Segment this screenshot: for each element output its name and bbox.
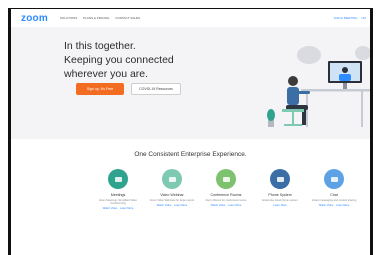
product-links: Watch Video Learn More	[202, 204, 250, 207]
product-card-phone: Phone System Enterprise cloud phone syst…	[256, 169, 304, 207]
hero-title-line: wherever you are.	[64, 68, 149, 80]
covid-resources-button[interactable]: COVID-19 Resources	[131, 83, 181, 95]
product-card-rooms: Conference Rooms Zoom Rooms for conferen…	[202, 169, 250, 207]
speech-bubble-icon	[355, 46, 370, 60]
top-nav: zoom SOLUTIONS PLANS & PRICING CONTACT S…	[11, 9, 370, 27]
product-name: Video Webinar	[160, 193, 184, 197]
product-name: Chat	[330, 193, 338, 197]
hero-title-line: In this together.	[64, 40, 136, 52]
product-links: Learn More	[256, 204, 304, 207]
watch-video-link[interactable]: Watch Video	[103, 207, 118, 210]
webinar-icon[interactable]	[162, 169, 182, 189]
product-card-meetings: Meetings Zoom Meetings: Simplified Video…	[94, 169, 142, 210]
product-links: Watch Video Learn More	[94, 207, 142, 210]
nav-right: JOIN A MEETING HO	[334, 16, 366, 20]
product-desc: Zoom Rooms for conference rooms	[205, 199, 247, 202]
learn-more-link[interactable]: Learn More	[228, 204, 241, 207]
product-desc: Zoom Video Webinars for large events	[149, 199, 195, 202]
product-name: Conference Rooms	[210, 193, 242, 197]
product-name: Meetings	[110, 193, 126, 197]
chat-icon[interactable]	[324, 169, 344, 189]
speech-bubble-icon	[297, 46, 321, 64]
nav-links: SOLUTIONS PLANS & PRICING CONTACT SALES	[60, 16, 140, 20]
product-card-webinar: Video Webinar Zoom Video Webinars for la…	[148, 169, 196, 207]
product-links: Watch Video Learn More	[310, 204, 358, 207]
desk-icon	[301, 89, 370, 92]
product-name: Phone System	[268, 193, 292, 197]
product-desc: Instant messaging and content sharing	[311, 199, 357, 202]
phone-icon[interactable]	[270, 169, 290, 189]
product-links: Watch Video Learn More	[148, 204, 196, 207]
conference-room-icon[interactable]	[216, 169, 236, 189]
nav-link-solutions[interactable]: SOLUTIONS	[60, 16, 77, 20]
chair-icon	[282, 109, 304, 112]
join-meeting-link[interactable]: JOIN A MEETING	[334, 16, 358, 20]
product-list: Meetings Zoom Meetings: Simplified Video…	[11, 169, 370, 229]
product-card-chat: Chat Instant messaging and content shari…	[310, 169, 358, 207]
section-title: One Consistent Enterprise Experience.	[134, 151, 247, 158]
hero-title-line: Keeping you connected	[64, 54, 174, 66]
browser-frame: zoom SOLUTIONS PLANS & PRICING CONTACT S…	[8, 8, 373, 255]
learn-more-link[interactable]: Learn More	[120, 207, 133, 210]
hero-title: In this together. Keeping you connected …	[64, 39, 194, 81]
nav-link-contact[interactable]: CONTACT SALES	[115, 16, 140, 20]
watch-video-link[interactable]: Watch Video	[157, 204, 172, 207]
learn-more-link[interactable]: Learn More	[336, 204, 349, 207]
zoom-logo[interactable]: zoom	[21, 13, 48, 24]
learn-more-link[interactable]: Learn More	[273, 204, 286, 207]
nav-link-plans[interactable]: PLANS & PRICING	[83, 16, 109, 20]
product-desc: Zoom Meetings: Simplified Video Conferen…	[99, 199, 137, 206]
watch-video-link[interactable]: Watch Video	[211, 204, 226, 207]
hero-section: In this together. Keeping you connected …	[11, 27, 370, 139]
product-desc: Enterprise cloud phone system	[262, 199, 298, 202]
signup-button[interactable]: Sign up, It's Free	[76, 83, 124, 95]
host-link[interactable]: HO	[362, 16, 367, 20]
watch-video-link[interactable]: Watch Video	[319, 204, 334, 207]
hero-illustration	[267, 46, 370, 127]
learn-more-link[interactable]: Learn More	[174, 204, 187, 207]
person-icon	[288, 76, 298, 86]
video-camera-icon[interactable]	[108, 169, 128, 189]
